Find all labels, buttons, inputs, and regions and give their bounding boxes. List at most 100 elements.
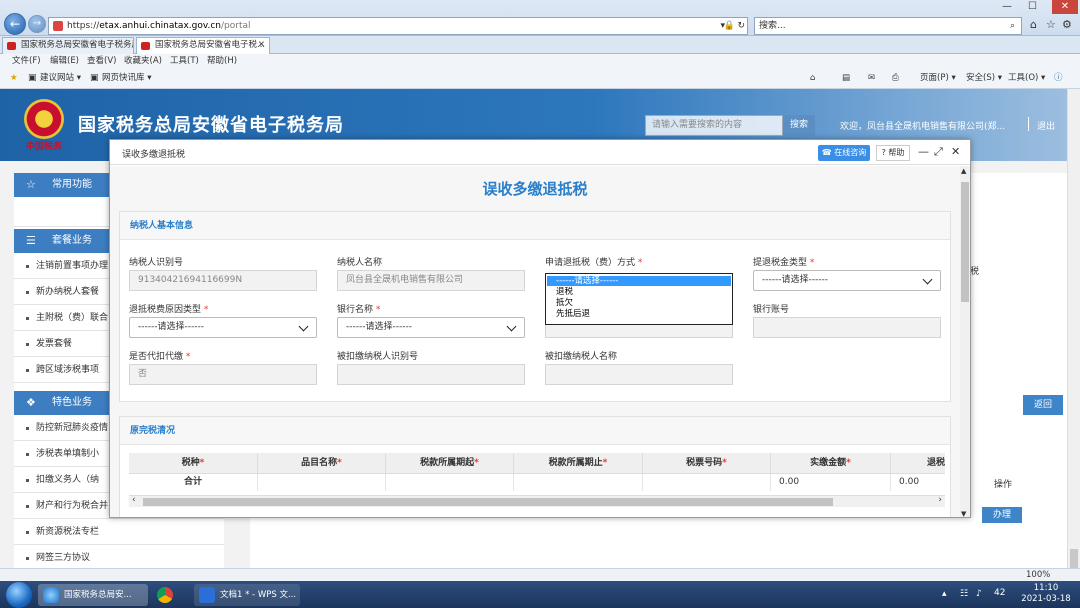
- address-bar[interactable]: https://etax.anhui.chinatax.gov.cn/porta…: [48, 17, 748, 35]
- menu-favorites[interactable]: 收藏夹(A): [124, 54, 162, 68]
- favorites-star-icon[interactable]: ☆: [1046, 18, 1056, 31]
- maximize-icon[interactable]: ☐: [1028, 1, 1037, 12]
- scroll-up-icon[interactable]: ▲: [961, 167, 966, 175]
- modal-scroll-thumb[interactable]: [961, 182, 969, 302]
- sidebar-item[interactable]: 新资源税法专栏: [14, 519, 224, 545]
- settings-gear-icon[interactable]: ⚙: [1062, 18, 1072, 31]
- refund-type-value: ------请选择------: [762, 275, 828, 285]
- divider: [1028, 117, 1029, 131]
- bank-select[interactable]: ------请选择------: [337, 317, 525, 338]
- back-arrow-icon[interactable]: ←: [4, 13, 26, 35]
- required-mark: *: [337, 458, 342, 468]
- browser-status-bar: 100%: [0, 568, 1080, 581]
- favorites-icon: ★: [10, 73, 18, 83]
- menu-file[interactable]: 文件(F): [12, 54, 41, 68]
- dropdown-option[interactable]: 抵欠: [547, 298, 731, 308]
- modal-title: 误收多缴退抵税: [122, 150, 186, 160]
- scroll-down-icon[interactable]: ▼: [961, 510, 966, 517]
- site-search-input[interactable]: 请输入需要搜索的内容: [645, 115, 783, 136]
- sidebar-section-label: 特色业务: [52, 397, 92, 408]
- home-icon[interactable]: ⌂: [1030, 18, 1037, 31]
- emblem-text: 中国税务: [26, 142, 63, 152]
- mail-icon[interactable]: ✉: [868, 69, 875, 88]
- required-mark: *: [373, 305, 381, 315]
- dropdown-option[interactable]: 先抵后退: [547, 309, 731, 319]
- page-scrollbar[interactable]: [1067, 89, 1080, 581]
- dropdown-option[interactable]: 退税: [547, 287, 731, 297]
- volume-icon[interactable]: ♪: [976, 589, 982, 599]
- back-button[interactable]: 返回: [1023, 395, 1063, 415]
- search-icon[interactable]: ⌕: [1010, 18, 1015, 34]
- taskbar-item-chrome[interactable]: [152, 584, 186, 606]
- cmd-tools[interactable]: 工具(O) ▾: [1008, 69, 1045, 88]
- tax-table: 税种* 品目名称* 税款所属期起* 税款所属期止* 税票号码* 实缴金额* 退税…: [129, 453, 945, 493]
- table-cell-paid-total: 0.00: [771, 474, 891, 491]
- handle-button[interactable]: 办理: [982, 507, 1022, 523]
- taskbar-item-wps[interactable]: 文档1 * - WPS 文...: [194, 584, 300, 606]
- sidebar-section-label: 套餐业务: [52, 235, 92, 246]
- close-window-icon[interactable]: ✕: [1052, 0, 1078, 14]
- site-search-button[interactable]: 搜索: [783, 115, 815, 136]
- table-header: 税款所属期起*: [386, 453, 514, 474]
- print-icon[interactable]: ⎙: [892, 69, 899, 88]
- online-consult-button[interactable]: ☎ 在线咨询: [818, 145, 870, 161]
- withheld-name-label: 被扣缴纳税人名称: [545, 352, 618, 362]
- dropdown-option[interactable]: ------请选择------: [547, 276, 731, 286]
- logout-link[interactable]: 退出: [1037, 119, 1055, 132]
- web-slice-icon: ▣: [90, 73, 99, 83]
- menu-tools[interactable]: 工具(T): [170, 54, 199, 68]
- withheld-id-field: [337, 364, 525, 385]
- network-icon[interactable]: ☷: [960, 589, 968, 599]
- menu-help[interactable]: 帮助(H): [207, 54, 237, 68]
- tab-2[interactable]: 国家税务总局安徽省电子税... ✕: [136, 37, 270, 54]
- table-header: 税款所属期止*: [514, 453, 643, 474]
- table-cell-refund-total: 0.00: [891, 474, 945, 491]
- taskbar-clock[interactable]: 11:10 2021-03-18: [1018, 583, 1074, 605]
- clock-date: 2021-03-18: [1021, 594, 1071, 604]
- menu-edit[interactable]: 编辑(E): [50, 54, 79, 68]
- bank-label: 银行名称 *: [337, 302, 380, 315]
- tab-1[interactable]: 国家税务总局安徽省电子税务局: [2, 37, 134, 54]
- menu-view[interactable]: 查看(V): [87, 54, 116, 68]
- home-cmd-icon[interactable]: ⌂: [810, 69, 815, 88]
- table-hscrollbar[interactable]: ‹ ›: [129, 495, 945, 507]
- fav-suggested-sites[interactable]: 建议网站 ▾: [40, 69, 81, 88]
- forward-arrow-icon[interactable]: →: [28, 15, 46, 33]
- taxpayer-id-label: 纳税人识别号: [129, 258, 184, 268]
- browser-search-input[interactable]: 搜索... ⌕: [754, 17, 1022, 35]
- bank-account-label: 银行账号: [753, 305, 790, 315]
- minimize-icon[interactable]: —: [1002, 1, 1012, 12]
- bank-account-field[interactable]: [753, 317, 941, 338]
- table-header-text: 税款所属期起: [420, 458, 475, 468]
- refresh-icon[interactable]: ↻: [737, 18, 745, 34]
- close-icon[interactable]: ✕: [951, 145, 960, 159]
- chevron-down-icon: [922, 274, 933, 285]
- page-scroll-thumb[interactable]: [1070, 549, 1078, 569]
- help-circle-icon[interactable]: ⓘ: [1054, 69, 1063, 88]
- tab-favicon-icon: [141, 42, 150, 50]
- maximize-icon[interactable]: ⤢: [934, 145, 943, 159]
- taxpayer-name-label: 纳税人名称: [337, 258, 383, 268]
- start-button[interactable]: [6, 582, 32, 608]
- modal-scrollbar[interactable]: ▲ ▼: [960, 166, 970, 517]
- address-prefix: https://: [67, 21, 100, 31]
- cmd-safety[interactable]: 安全(S) ▾: [966, 69, 1002, 88]
- feeds-icon[interactable]: ▤: [842, 69, 850, 88]
- refund-type-select[interactable]: ------请选择------: [753, 270, 941, 291]
- scroll-right-icon[interactable]: ›: [938, 495, 942, 505]
- taskbar-item-ie[interactable]: 国家税务总局安...: [38, 584, 148, 606]
- refund-method-dropdown[interactable]: ------请选择------ 退税 抵欠 先抵后退: [545, 273, 733, 325]
- fav-web-slices[interactable]: 网页快讯库 ▾: [102, 69, 151, 88]
- refund-method-label: 申请退抵税（费）方式 *: [545, 255, 642, 268]
- help-button[interactable]: ? 帮助: [876, 145, 910, 161]
- tab-close-icon[interactable]: ✕: [258, 38, 265, 53]
- cmd-page[interactable]: 页面(P) ▾: [920, 69, 956, 88]
- grid-icon: ❖: [26, 396, 36, 409]
- zoom-level[interactable]: 100%: [1026, 569, 1050, 581]
- tray-icon[interactable]: ▴: [942, 589, 947, 599]
- table-scroll-thumb[interactable]: [143, 498, 833, 506]
- scroll-left-icon[interactable]: ‹: [132, 495, 136, 505]
- minimize-icon[interactable]: —: [918, 145, 929, 159]
- reason-select[interactable]: ------请选择------: [129, 317, 317, 338]
- tab-2-label: 国家税务总局安徽省电子税...: [155, 40, 266, 50]
